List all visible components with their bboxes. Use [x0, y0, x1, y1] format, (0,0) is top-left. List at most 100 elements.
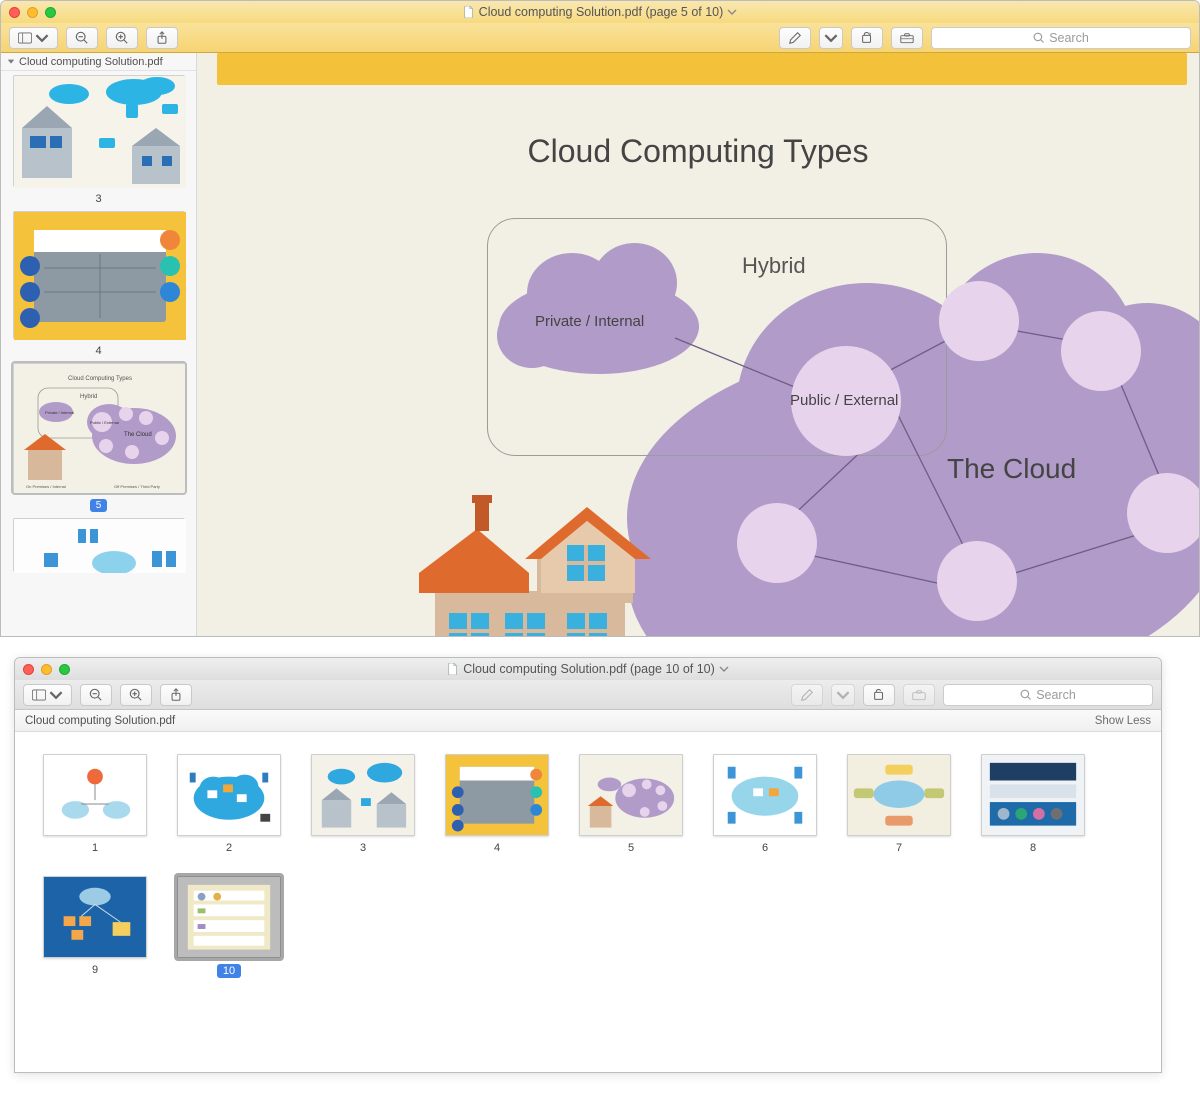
preview-window-contact-sheet: Cloud computing Solution.pdf (page 10 of… — [14, 657, 1162, 1073]
thumb-label-3: 3 — [95, 193, 101, 205]
svg-text:On Premises / Internal: On Premises / Internal — [26, 484, 66, 489]
grid-thumb-2[interactable]: 2 — [177, 754, 281, 854]
grid-label: 7 — [896, 842, 902, 854]
grid-thumb-7[interactable]: 7 — [847, 754, 951, 854]
contact-sheet-subbar: Cloud computing Solution.pdf Show Less — [15, 710, 1161, 732]
thumb-label-5: 5 — [90, 499, 108, 512]
node-4 — [937, 541, 1017, 621]
grid-label: 10 — [217, 964, 241, 978]
grid-thumb-3[interactable]: 3 — [311, 754, 415, 854]
private-label: Private / Internal — [535, 313, 644, 330]
document-icon — [463, 6, 475, 18]
grid-thumb-9[interactable]: 9 — [43, 876, 147, 978]
share-button[interactable] — [160, 684, 192, 706]
zoom-out-button[interactable] — [66, 27, 98, 49]
svg-text:Cloud Computing Types: Cloud Computing Types — [68, 376, 132, 382]
diagram-title: Cloud Computing Types — [197, 133, 1199, 170]
window-title-text: Cloud computing Solution.pdf (page 5 of … — [479, 5, 724, 19]
window-title: Cloud computing Solution.pdf (page 5 of … — [1, 5, 1199, 19]
minimize-icon[interactable] — [27, 7, 38, 18]
close-icon[interactable] — [23, 664, 34, 675]
window-title: Cloud computing Solution.pdf (page 10 of… — [15, 662, 1161, 676]
grid-thumb-5[interactable]: 5 — [579, 754, 683, 854]
grid-label: 2 — [226, 842, 232, 854]
node-3 — [1127, 473, 1199, 553]
rotate-button[interactable] — [863, 684, 895, 706]
search-field[interactable]: Search — [931, 27, 1191, 49]
grid-thumb-6[interactable]: 6 — [713, 754, 817, 854]
markup-button[interactable] — [779, 27, 811, 49]
svg-text:The Cloud: The Cloud — [124, 432, 152, 438]
grid-label: 8 — [1030, 842, 1036, 854]
grid-label: 9 — [92, 964, 98, 976]
thumbnails-sidebar: Cloud computing Solution.pdf — [1, 53, 197, 636]
sidebar-filename: Cloud computing Solution.pdf — [19, 56, 163, 68]
zoom-icon[interactable] — [59, 664, 70, 675]
thecloud-label: The Cloud — [947, 453, 1076, 485]
toolbox-button[interactable] — [891, 27, 923, 49]
chevron-down-icon[interactable] — [719, 664, 729, 674]
toolbar: Search — [1, 23, 1199, 53]
zoom-out-button[interactable] — [80, 684, 112, 706]
titlebar[interactable]: Cloud computing Solution.pdf (page 5 of … — [1, 1, 1199, 23]
grid-label: 6 — [762, 842, 768, 854]
grid-label: 5 — [628, 842, 634, 854]
sidebar-header[interactable]: Cloud computing Solution.pdf — [1, 53, 196, 71]
markup-button[interactable] — [791, 684, 823, 706]
page-thumbnail-4[interactable] — [13, 211, 185, 339]
svg-text:Public / External: Public / External — [90, 420, 119, 425]
thumbnails-list[interactable]: 3 — [1, 71, 196, 636]
view-mode-button[interactable] — [23, 684, 72, 706]
show-less-link[interactable]: Show Less — [1095, 715, 1151, 727]
titlebar[interactable]: Cloud computing Solution.pdf (page 10 of… — [15, 658, 1161, 680]
page-canvas[interactable]: Cloud Computing Types — [197, 53, 1199, 636]
zoom-icon[interactable] — [45, 7, 56, 18]
node-2 — [1061, 311, 1141, 391]
document-icon — [447, 663, 459, 675]
toolbar: Search — [15, 680, 1161, 710]
close-icon[interactable] — [9, 7, 20, 18]
hybrid-label: Hybrid — [742, 253, 806, 279]
rotate-button[interactable] — [851, 27, 883, 49]
zoom-in-button[interactable] — [106, 27, 138, 49]
grid-thumb-8[interactable]: 8 — [981, 754, 1085, 854]
preview-window-page5: Cloud computing Solution.pdf (page 5 of … — [0, 0, 1200, 637]
search-placeholder: Search — [1049, 31, 1089, 45]
subbar-filename: Cloud computing Solution.pdf — [25, 715, 175, 727]
contact-sheet-grid[interactable]: 1 2 3 4 5 6 7 — [15, 732, 1161, 1072]
page-thumbnail-5[interactable]: Cloud Computing Types Hybrid Private / I… — [13, 363, 185, 493]
chevron-down-icon[interactable] — [727, 7, 737, 17]
svg-text:Off Premises / Third Party: Off Premises / Third Party — [114, 484, 160, 489]
view-mode-button[interactable] — [9, 27, 58, 49]
grid-label: 3 — [360, 842, 366, 854]
grid-thumb-10[interactable]: 10 — [177, 876, 281, 978]
markup-dropdown-button[interactable] — [819, 27, 843, 49]
disclosure-triangle-icon — [7, 58, 15, 66]
node-5 — [737, 503, 817, 583]
zoom-in-button[interactable] — [120, 684, 152, 706]
grid-label: 1 — [92, 842, 98, 854]
search-icon — [1033, 32, 1045, 44]
traffic-lights — [23, 664, 70, 675]
grid-thumb-1[interactable]: 1 — [43, 754, 147, 854]
minimize-icon[interactable] — [41, 664, 52, 675]
traffic-lights — [9, 7, 56, 18]
decorative-header-band — [217, 53, 1187, 85]
search-icon — [1020, 689, 1032, 701]
grid-label: 4 — [494, 842, 500, 854]
toolbox-button[interactable] — [903, 684, 935, 706]
search-placeholder: Search — [1036, 688, 1076, 702]
share-button[interactable] — [146, 27, 178, 49]
markup-dropdown-button[interactable] — [831, 684, 855, 706]
thumb-label-4: 4 — [95, 345, 101, 357]
public-label: Public / External — [790, 392, 898, 409]
search-field[interactable]: Search — [943, 684, 1153, 706]
page-thumbnail-3[interactable] — [13, 75, 185, 187]
window-title-text: Cloud computing Solution.pdf (page 10 of… — [463, 662, 715, 676]
house-illustration — [407, 493, 657, 636]
page-thumbnail-6[interactable] — [13, 518, 185, 572]
svg-text:Private / Internal: Private / Internal — [45, 410, 74, 415]
svg-text:Hybrid: Hybrid — [80, 394, 97, 400]
grid-thumb-4[interactable]: 4 — [445, 754, 549, 854]
node-1 — [939, 281, 1019, 361]
